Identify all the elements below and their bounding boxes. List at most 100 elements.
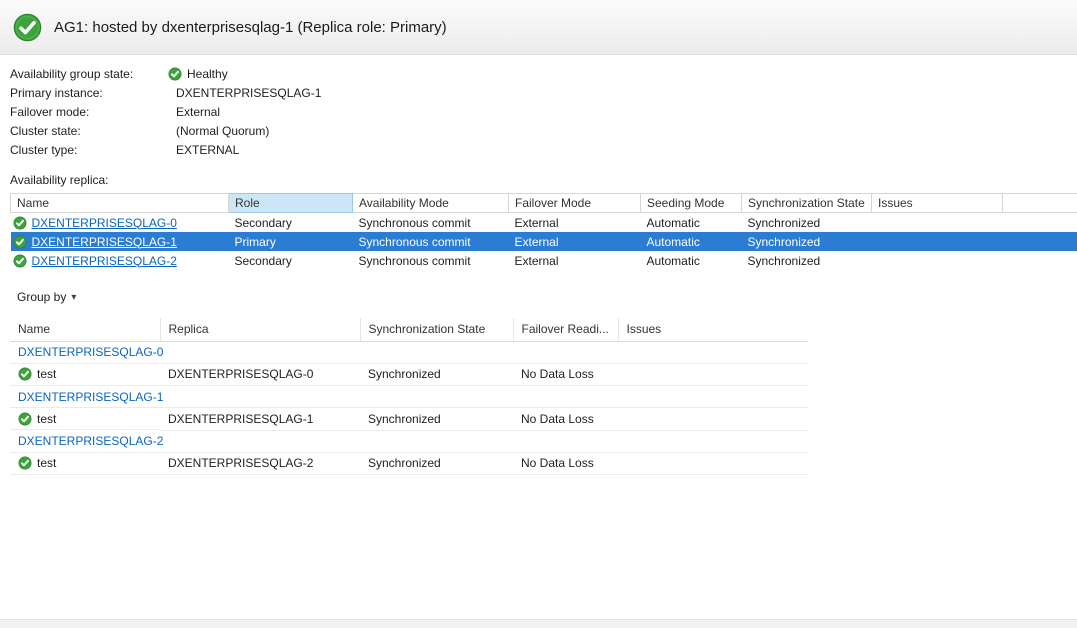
replica-name-link[interactable]: DXENTERPRISESQLAG-1 — [32, 235, 177, 249]
healthy-check-icon — [168, 67, 182, 81]
group-state-label: Availability group state: — [10, 67, 160, 81]
replica-seeding-mode-cell: Automatic — [641, 251, 742, 270]
database-table-header-row: Name Replica Synchronization State Failo… — [10, 318, 808, 341]
replica-ok-icon — [13, 235, 27, 249]
db-row-0[interactable]: test DXENTERPRISESQLAG-0 Synchronized No… — [10, 363, 808, 386]
replica-row-2[interactable]: DXENTERPRISESQLAG-2 Secondary Synchronou… — [11, 251, 1077, 270]
replica-sync-state-cell: Synchronized — [742, 213, 872, 233]
replica-name-link[interactable]: DXENTERPRISESQLAG-2 — [32, 254, 177, 268]
replica-availability-mode-cell: Synchronous commit — [353, 232, 509, 251]
replica-sync-state-cell: Synchronized — [742, 232, 872, 251]
cluster-type-value: EXTERNAL — [160, 143, 239, 157]
replica-row-0[interactable]: DXENTERPRISESQLAG-0 Secondary Synchronou… — [11, 213, 1077, 233]
replica-issues-cell — [872, 213, 1003, 233]
cluster-state-label: Cluster state: — [10, 124, 160, 138]
db-replica-cell: DXENTERPRISESQLAG-2 — [160, 452, 360, 475]
db-group-header[interactable]: DXENTERPRISESQLAG-2 — [10, 430, 808, 452]
db-group-header[interactable]: DXENTERPRISESQLAG-1 — [10, 386, 808, 408]
window-bottom-edge — [0, 619, 1077, 628]
db-issues-cell — [618, 363, 808, 386]
primary-instance-label: Primary instance: — [10, 86, 160, 100]
cluster-state-value: (Normal Quorum) — [160, 124, 269, 138]
replica-seeding-mode-cell: Automatic — [641, 213, 742, 233]
db-group-header-row-1[interactable]: DXENTERPRISESQLAG-1 — [10, 386, 808, 408]
db-col-name[interactable]: Name — [10, 318, 160, 341]
replica-issues-cell — [872, 232, 1003, 251]
dashboard-header: AG1: hosted by dxenterprisesqlag-1 (Repl… — [0, 0, 1077, 55]
replica-col-issues[interactable]: Issues — [872, 194, 1003, 213]
replica-filler-cell — [1003, 232, 1077, 251]
db-sync-state-cell: Synchronized — [360, 452, 513, 475]
replica-name-link[interactable]: DXENTERPRISESQLAG-0 — [32, 216, 177, 230]
db-col-issues[interactable]: Issues — [618, 318, 808, 341]
db-name: test — [37, 456, 56, 470]
database-health-table: Name Replica Synchronization State Failo… — [10, 318, 808, 475]
db-replica-cell: DXENTERPRISESQLAG-0 — [160, 363, 360, 386]
replica-col-failover-mode[interactable]: Failover Mode — [509, 194, 641, 213]
replica-failover-mode-cell: External — [509, 251, 641, 270]
ag-dashboard: AG1: hosted by dxenterprisesqlag-1 (Repl… — [0, 0, 1077, 628]
group-by-dropdown[interactable]: Group by ▾ — [10, 286, 83, 308]
replica-sync-state-cell: Synchronized — [742, 251, 872, 270]
db-row-2[interactable]: test DXENTERPRISESQLAG-2 Synchronized No… — [10, 452, 808, 475]
db-issues-cell — [618, 452, 808, 475]
chevron-down-icon: ▾ — [71, 292, 76, 303]
replica-table-header-row: Name Role Availability Mode Failover Mod… — [11, 194, 1077, 213]
db-issues-cell — [618, 408, 808, 431]
replica-col-synchronization-state[interactable]: Synchronization State — [742, 194, 872, 213]
db-sync-state-cell: Synchronized — [360, 363, 513, 386]
db-group-header-row-2[interactable]: DXENTERPRISESQLAG-2 — [10, 430, 808, 452]
primary-instance-value: DXENTERPRISESQLAG-1 — [160, 86, 321, 100]
db-col-failover-readiness[interactable]: Failover Readi... — [513, 318, 618, 341]
replica-issues-cell — [872, 251, 1003, 270]
db-group-header[interactable]: DXENTERPRISESQLAG-0 — [10, 341, 808, 363]
summary-row-group-state: Availability group state: Healthy — [10, 64, 1077, 83]
db-row-1[interactable]: test DXENTERPRISESQLAG-1 Synchronized No… — [10, 408, 808, 431]
db-col-synchronization-state[interactable]: Synchronization State — [360, 318, 513, 341]
healthy-status-icon — [13, 13, 42, 42]
summary-row-failover-mode: Failover mode: External — [10, 102, 1077, 121]
group-by-label: Group by — [17, 290, 66, 304]
replica-col-filler — [1003, 194, 1077, 213]
replica-col-availability-mode[interactable]: Availability Mode — [353, 194, 509, 213]
replica-col-seeding-mode[interactable]: Seeding Mode — [641, 194, 742, 213]
summary-row-cluster-type: Cluster type: EXTERNAL — [10, 140, 1077, 159]
db-ok-icon — [18, 412, 32, 426]
db-name: test — [37, 412, 56, 426]
replica-availability-mode-cell: Synchronous commit — [353, 213, 509, 233]
summary-row-primary-instance: Primary instance: DXENTERPRISESQLAG-1 — [10, 83, 1077, 102]
failover-mode-value: External — [160, 105, 220, 119]
replica-section-label: Availability replica: — [10, 173, 1077, 187]
summary-row-cluster-state: Cluster state: (Normal Quorum) — [10, 121, 1077, 140]
replica-col-role[interactable]: Role — [229, 194, 353, 213]
db-ok-icon — [18, 456, 32, 470]
db-ok-icon — [18, 367, 32, 381]
db-failover-readiness-cell: No Data Loss — [513, 408, 618, 431]
cluster-type-label: Cluster type: — [10, 143, 160, 157]
replica-role-cell: Secondary — [229, 251, 353, 270]
db-sync-state-cell: Synchronized — [360, 408, 513, 431]
db-group-header-row-0[interactable]: DXENTERPRISESQLAG-0 — [10, 341, 808, 363]
summary-panel: Availability group state: Healthy Primar… — [0, 55, 1077, 159]
replica-availability-mode-cell: Synchronous commit — [353, 251, 509, 270]
replica-role-cell: Primary — [229, 232, 353, 251]
replica-failover-mode-cell: External — [509, 232, 641, 251]
db-failover-readiness-cell: No Data Loss — [513, 363, 618, 386]
failover-mode-label: Failover mode: — [10, 105, 160, 119]
replica-role-cell: Secondary — [229, 213, 353, 233]
page-title: AG1: hosted by dxenterprisesqlag-1 (Repl… — [54, 19, 447, 36]
replica-row-1-selected[interactable]: DXENTERPRISESQLAG-1 Primary Synchronous … — [11, 232, 1077, 251]
db-failover-readiness-cell: No Data Loss — [513, 452, 618, 475]
availability-replica-table: Name Role Availability Mode Failover Mod… — [10, 193, 1077, 270]
db-name: test — [37, 367, 56, 381]
replica-filler-cell — [1003, 213, 1077, 233]
replica-seeding-mode-cell: Automatic — [641, 232, 742, 251]
replica-filler-cell — [1003, 251, 1077, 270]
replica-col-name[interactable]: Name — [11, 194, 229, 213]
group-state-value: Healthy — [187, 67, 228, 81]
db-col-replica[interactable]: Replica — [160, 318, 360, 341]
replica-failover-mode-cell: External — [509, 213, 641, 233]
replica-ok-icon — [13, 216, 27, 230]
db-replica-cell: DXENTERPRISESQLAG-1 — [160, 408, 360, 431]
replica-ok-icon — [13, 254, 27, 268]
